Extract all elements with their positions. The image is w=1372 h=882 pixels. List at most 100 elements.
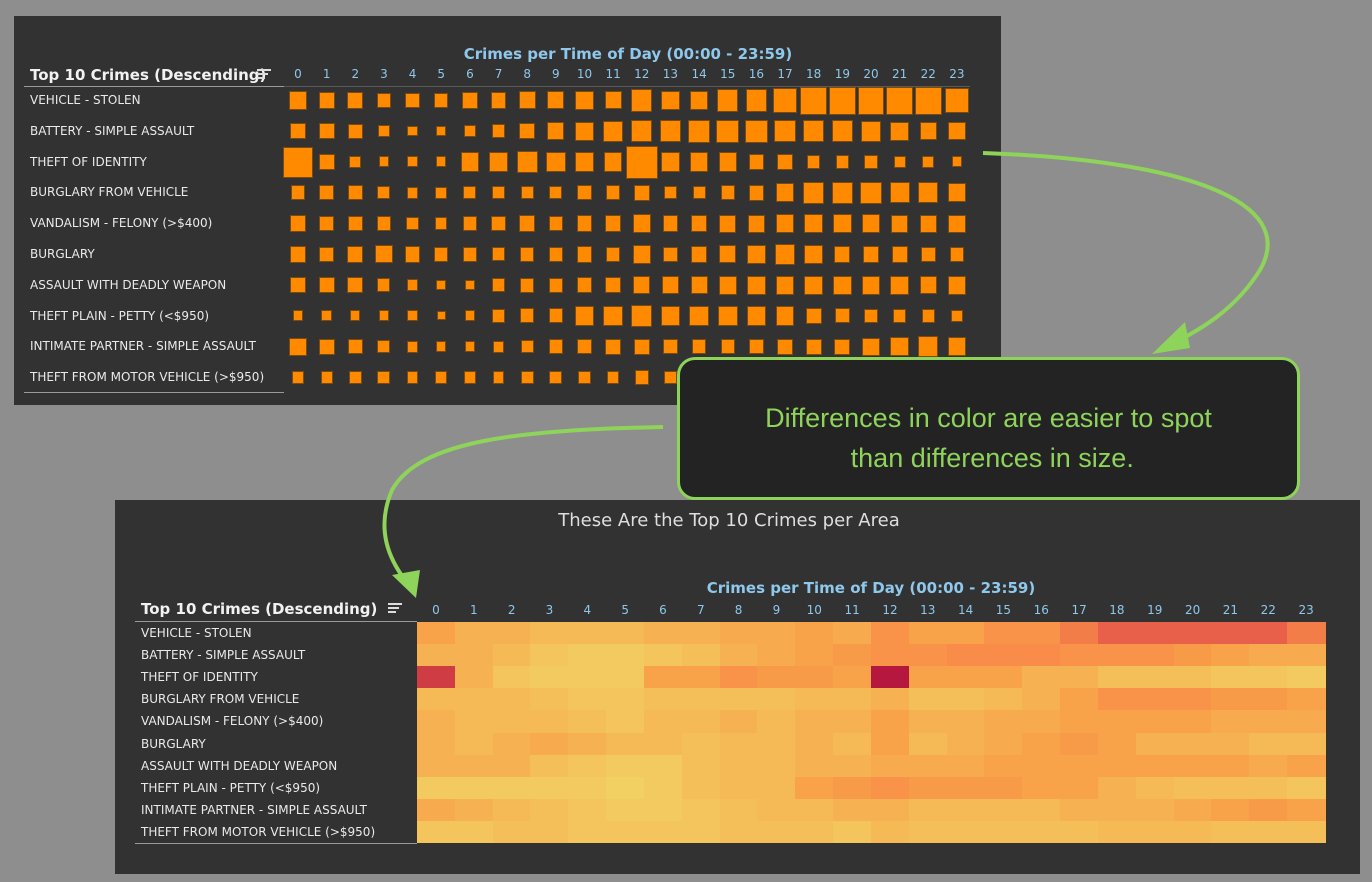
size-square[interactable] [348, 247, 363, 262]
heatmap-cell[interactable] [1060, 666, 1099, 689]
heatmap-cell[interactable] [757, 776, 796, 800]
size-square[interactable] [949, 215, 965, 232]
heatmap-cell[interactable] [1135, 776, 1175, 800]
heatmap-cell[interactable] [833, 776, 872, 800]
heatmap-cell[interactable] [1287, 666, 1326, 689]
heatmap-cell[interactable] [492, 688, 532, 711]
size-square[interactable] [436, 372, 447, 383]
heatmap-cell[interactable] [795, 622, 834, 645]
size-square[interactable] [774, 89, 796, 113]
heatmap-cell[interactable] [1249, 688, 1288, 711]
size-square[interactable] [832, 182, 852, 203]
heatmap-cell[interactable] [643, 666, 683, 689]
heatmap-cell[interactable] [1211, 754, 1250, 778]
heatmap-cell[interactable] [1097, 710, 1137, 733]
size-square[interactable] [408, 126, 417, 136]
heatmap-cell[interactable] [1249, 776, 1288, 800]
heatmap-cell[interactable] [1287, 798, 1326, 822]
heatmap-cell[interactable] [1135, 732, 1175, 756]
heatmap-cell[interactable] [795, 644, 834, 667]
size-square[interactable] [892, 247, 907, 262]
heatmap-cell[interactable] [1060, 776, 1099, 800]
heatmap-cell[interactable] [795, 666, 834, 689]
heatmap-cell[interactable] [908, 644, 948, 667]
heatmap-cell[interactable] [946, 820, 986, 844]
heatmap-cell[interactable] [492, 732, 532, 756]
heatmap-cell[interactable] [795, 776, 834, 800]
size-square[interactable] [894, 156, 905, 167]
size-square[interactable] [378, 340, 390, 353]
heatmap-cell[interactable] [643, 732, 683, 756]
heatmap-cell[interactable] [568, 776, 607, 800]
heatmap-cell[interactable] [757, 754, 796, 778]
heatmap-cell[interactable] [1022, 732, 1061, 756]
size-square[interactable] [720, 215, 736, 232]
heatmap-cell[interactable] [1249, 820, 1288, 844]
size-square[interactable] [349, 371, 361, 384]
heatmap-cell[interactable] [1135, 710, 1175, 733]
size-square[interactable] [378, 279, 390, 291]
size-square[interactable] [408, 157, 417, 167]
size-square[interactable] [378, 371, 390, 384]
size-square[interactable] [490, 153, 507, 171]
heatmap-cell[interactable] [492, 644, 532, 667]
size-square[interactable] [664, 247, 677, 261]
heatmap-cell[interactable] [417, 754, 456, 778]
heatmap-cell[interactable] [1287, 732, 1326, 756]
heatmap-cell[interactable] [417, 644, 456, 667]
heatmap-cell[interactable] [454, 710, 494, 733]
size-square[interactable] [719, 276, 736, 294]
size-square[interactable] [320, 186, 333, 200]
size-square[interactable] [520, 216, 535, 231]
size-square[interactable] [749, 185, 764, 200]
size-square[interactable] [576, 307, 593, 325]
heatmap-cell[interactable] [1173, 644, 1213, 667]
heatmap-cell[interactable] [870, 622, 910, 645]
heatmap-cell[interactable] [568, 666, 607, 689]
size-square[interactable] [662, 91, 679, 110]
size-square[interactable] [720, 246, 736, 263]
heatmap-cell[interactable] [681, 754, 721, 778]
size-square[interactable] [688, 120, 710, 143]
size-square[interactable] [922, 247, 935, 261]
heatmap-cell[interactable] [568, 622, 607, 645]
size-square[interactable] [319, 123, 334, 139]
size-square[interactable] [493, 372, 504, 383]
heatmap-cell[interactable] [946, 688, 986, 711]
heatmap-cell[interactable] [606, 710, 645, 733]
size-square[interactable] [887, 87, 912, 114]
size-square[interactable] [293, 372, 303, 383]
size-square[interactable] [578, 186, 591, 200]
size-square[interactable] [520, 309, 534, 323]
heatmap-cell[interactable] [643, 776, 683, 800]
heatmap-cell[interactable] [908, 754, 948, 778]
heatmap-cell[interactable] [908, 666, 948, 689]
size-square[interactable] [690, 306, 709, 326]
heatmap-cell[interactable] [1211, 710, 1250, 733]
heatmap-cell[interactable] [643, 754, 683, 778]
heatmap-cell[interactable] [757, 820, 796, 844]
size-square[interactable] [378, 186, 390, 199]
size-square[interactable] [606, 339, 621, 354]
size-square[interactable] [493, 310, 505, 322]
heatmap-cell[interactable] [795, 688, 834, 711]
size-square[interactable] [832, 121, 852, 142]
size-square[interactable] [891, 276, 908, 294]
size-square[interactable] [750, 340, 763, 354]
heatmap-cell[interactable] [870, 820, 910, 844]
heatmap-cell[interactable] [870, 798, 910, 822]
heatmap-cell[interactable] [1060, 688, 1099, 711]
heatmap-cell[interactable] [946, 754, 986, 778]
size-square[interactable] [632, 121, 652, 142]
heatmap-cell[interactable] [1173, 776, 1213, 800]
heatmap-cell[interactable] [568, 710, 607, 733]
size-square[interactable] [858, 87, 884, 114]
heatmap-cell[interactable] [681, 644, 721, 667]
size-square[interactable] [319, 339, 334, 354]
heatmap-cell[interactable] [719, 688, 759, 711]
heatmap-cell[interactable] [833, 644, 872, 667]
heatmap-cell[interactable] [833, 820, 872, 844]
heatmap-cell[interactable] [984, 820, 1023, 844]
heatmap-cell[interactable] [1022, 798, 1061, 822]
heatmap-cell[interactable] [984, 798, 1023, 822]
